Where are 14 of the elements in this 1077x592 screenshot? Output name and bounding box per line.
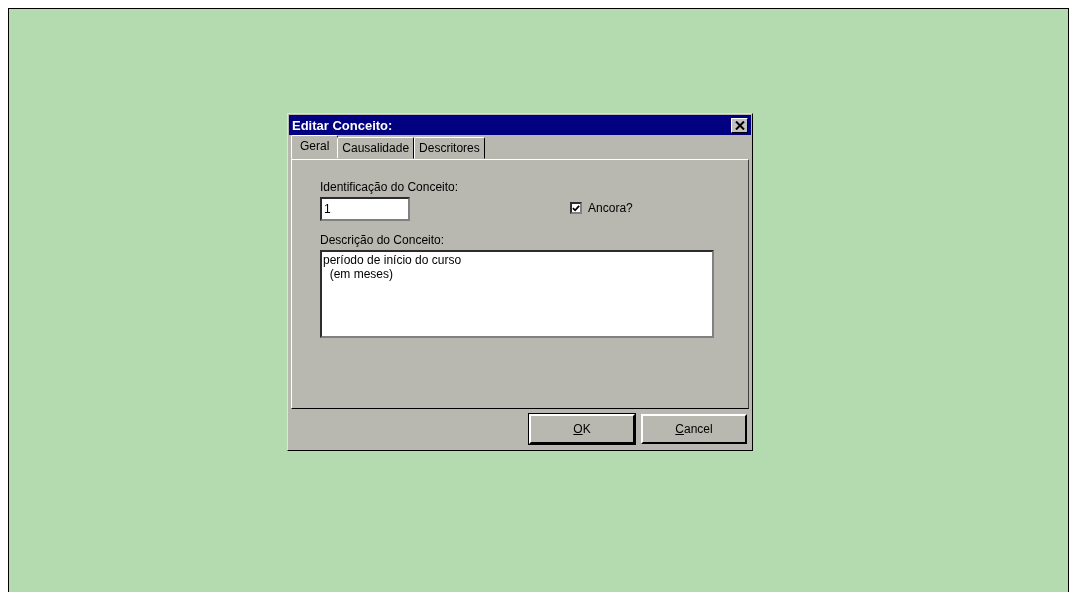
field-label: Descrição do Conceito:: [320, 233, 446, 247]
ok-button[interactable]: OK: [529, 414, 635, 444]
checkmark-icon: [572, 203, 581, 213]
field-label: Identificação do Conceito:: [320, 180, 459, 194]
tab[interactable]: Geral: [291, 135, 339, 159]
tab[interactable]: Descritores: [414, 137, 485, 159]
close-button[interactable]: [731, 117, 748, 133]
input-field[interactable]: 1: [320, 197, 410, 221]
description-field[interactable]: período de início do curso (em meses): [320, 250, 714, 338]
anchor-checkbox[interactable]: Ancora?: [570, 200, 633, 216]
tab[interactable]: Causalidade: [337, 137, 415, 159]
window-title: Editar Conceito:: [292, 117, 393, 133]
cancel-button[interactable]: Cancel: [641, 414, 747, 444]
close-icon: [734, 120, 745, 130]
